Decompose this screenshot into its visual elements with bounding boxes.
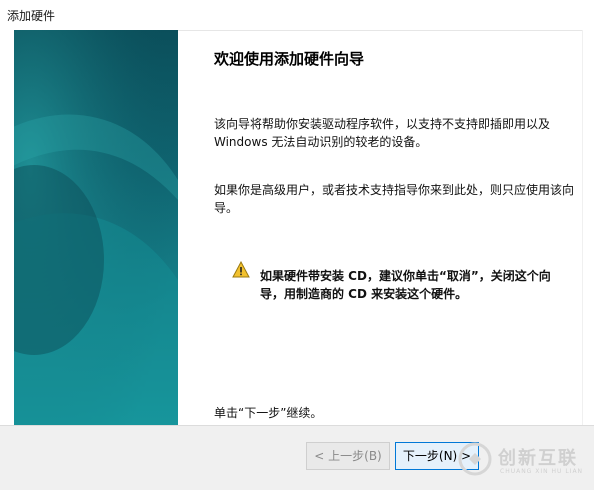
warning-text: 如果硬件带安装 CD，建议你单击“取消”，关闭这个向导，用制造商的 CD 来安装… xyxy=(260,269,551,301)
wizard-side-banner xyxy=(14,30,178,425)
watermark-main-text: 创新互联 xyxy=(498,448,578,469)
page-title: 欢迎使用添加硬件向导 xyxy=(214,50,365,68)
right-edge xyxy=(582,30,594,425)
wizard-content: 欢迎使用添加硬件向导 该向导将帮助你安装驱动程序软件，以支持不支持即插即用以及 … xyxy=(178,30,582,425)
intro-paragraph: 该向导将帮助你安装驱动程序软件，以支持不支持即插即用以及 Windows 无法自… xyxy=(214,117,551,149)
left-edge xyxy=(0,30,14,425)
continue-hint: 单击“下一步”继续。 xyxy=(214,406,323,420)
back-button[interactable]: < 上一步(B) xyxy=(306,442,390,470)
window-title: 添加硬件 xyxy=(7,9,56,23)
title-bar: 添加硬件 xyxy=(0,0,594,31)
watermark-logo: 创新互联 CHUANG XIN HU LIAN xyxy=(458,442,594,482)
watermark-logo-icon xyxy=(458,442,492,480)
banner-graphic xyxy=(14,30,178,425)
warning-icon xyxy=(232,260,250,283)
watermark-sub-text: CHUANG XIN HU LIAN xyxy=(500,468,584,475)
advanced-user-paragraph: 如果你是高级用户，或者技术支持指导你来到此处，则只应使用该向导。 xyxy=(214,183,575,215)
